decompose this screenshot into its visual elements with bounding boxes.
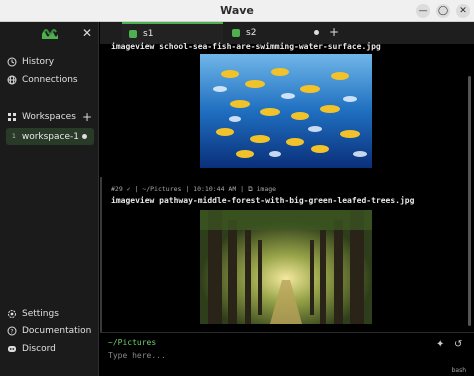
add-workspace-icon[interactable]: + bbox=[82, 110, 92, 124]
tab-s2[interactable]: s2 bbox=[223, 22, 323, 44]
tab-color-icon bbox=[232, 29, 240, 37]
history-icon bbox=[7, 57, 17, 67]
minimize-button[interactable]: — bbox=[416, 4, 430, 18]
svg-text:?: ? bbox=[10, 329, 13, 336]
sidebar-item-label: Settings bbox=[22, 309, 59, 319]
shell-indicator: bash bbox=[451, 367, 466, 374]
block-divider bbox=[100, 177, 102, 332]
workspaces-header: Workspaces bbox=[7, 110, 76, 124]
tab-unsaved-dot bbox=[314, 30, 319, 35]
globe-icon bbox=[7, 75, 17, 85]
sidebar-item-settings[interactable]: Settings bbox=[7, 307, 59, 321]
image-forest-pathway bbox=[200, 210, 372, 324]
sidebar-item-discord[interactable]: Discord bbox=[7, 342, 56, 356]
sidebar-item-workspace-1[interactable]: 1 workspace-1 bbox=[6, 128, 94, 145]
window-titlebar: Wave — ◯ ✕ bbox=[0, 0, 474, 22]
sidebar-item-label: Documentation bbox=[22, 326, 92, 336]
close-window-button[interactable]: ✕ bbox=[456, 4, 470, 18]
sidebar-item-connections[interactable]: Connections bbox=[7, 73, 78, 87]
sidebar-item-label: History bbox=[22, 57, 55, 67]
ai-sparkle-icon[interactable]: ✦ bbox=[436, 339, 444, 350]
block-meta: #29 ✓ | ~/Pictures | 10:10:44 AM | ⧉ ima… bbox=[111, 185, 277, 193]
gear-icon bbox=[8, 310, 16, 318]
block-command: imageview school-sea-fish-are-swimming-w… bbox=[111, 42, 381, 51]
command-input-area[interactable]: ~/Pictures Type here... ✦ ↺ bash bbox=[100, 332, 474, 376]
discord-icon bbox=[8, 346, 16, 352]
command-input[interactable]: Type here... bbox=[108, 351, 166, 360]
help-icon: ? bbox=[7, 326, 17, 336]
tab-color-icon bbox=[129, 30, 137, 38]
wave-logo-icon bbox=[42, 29, 58, 39]
sidebar-item-documentation[interactable]: ? Documentation bbox=[7, 324, 91, 338]
sidebar-item-label: Discord bbox=[22, 344, 56, 354]
close-sidebar-icon[interactable]: ✕ bbox=[82, 26, 92, 40]
block-command: imageview pathway-middle-forest-with-big… bbox=[111, 196, 415, 205]
workspace-number: 1 bbox=[12, 133, 16, 140]
tab-bar: s1 s2 + bbox=[100, 22, 474, 44]
sidebar-item-history[interactable]: History bbox=[7, 55, 54, 69]
add-tab-icon[interactable]: + bbox=[329, 25, 339, 39]
sidebar-item-label: Connections bbox=[22, 75, 78, 85]
history-icon[interactable]: ↺ bbox=[454, 339, 462, 350]
tab-label: s1 bbox=[143, 29, 154, 39]
workspace-active-dot bbox=[82, 134, 87, 139]
sidebar: ✕ History Connections Workspaces + 1 wor… bbox=[0, 22, 99, 376]
workspaces-label: Workspaces bbox=[22, 112, 76, 122]
maximize-button[interactable]: ◯ bbox=[436, 4, 450, 18]
image-fish-school bbox=[200, 54, 372, 168]
tab-label: s2 bbox=[246, 28, 257, 38]
tab-s1[interactable]: s1 bbox=[122, 22, 223, 44]
terminal-output[interactable]: imageview school-sea-fish-are-swimming-w… bbox=[100, 42, 474, 332]
current-directory: ~/Pictures bbox=[108, 338, 157, 347]
terminal-scrollbar[interactable] bbox=[468, 76, 471, 326]
grid-icon bbox=[8, 113, 16, 121]
window-title: Wave bbox=[220, 4, 254, 17]
workspace-label: workspace-1 bbox=[21, 131, 79, 142]
